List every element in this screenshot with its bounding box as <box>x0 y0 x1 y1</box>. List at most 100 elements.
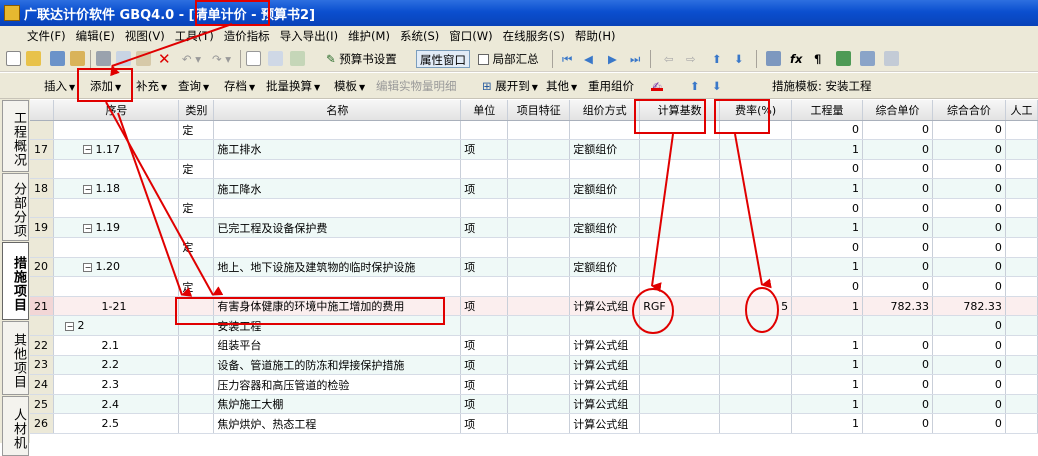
cell-method[interactable]: 定额组价 <box>569 217 641 239</box>
cell-method[interactable] <box>569 159 641 180</box>
collapse-toggle-icon[interactable]: − <box>65 321 75 331</box>
cell-rate[interactable] <box>719 394 793 415</box>
cell-rate[interactable]: 5 <box>719 296 793 317</box>
cell-unit[interactable]: 项 <box>460 413 509 434</box>
cell-type[interactable] <box>178 315 215 337</box>
cell-total[interactable]: 0 <box>932 120 1006 141</box>
cell-labor[interactable] <box>1005 120 1038 141</box>
cell-method[interactable]: 计算公式组 <box>569 335 641 356</box>
cell-base[interactable] <box>639 257 721 278</box>
cell-unit[interactable]: 项 <box>460 394 509 415</box>
cell-method[interactable]: 计算公式组 <box>569 296 641 317</box>
budget-setting-button[interactable]: ✎ 预算书设置 <box>326 50 397 68</box>
cell-labor[interactable] <box>1005 178 1038 199</box>
menu-help[interactable]: 帮助(H) <box>570 28 621 44</box>
open-folder-icon[interactable] <box>26 51 41 66</box>
paragraph-icon[interactable]: ¶ <box>814 50 821 68</box>
cell-feat[interactable] <box>507 139 571 160</box>
add-button[interactable]: 添加 ▼ <box>90 77 121 95</box>
cell-method[interactable] <box>569 276 641 297</box>
cell-price[interactable]: 0 <box>862 237 933 258</box>
col-rate[interactable]: 费率(%) <box>719 100 793 121</box>
cell-type[interactable]: 定 <box>178 159 215 180</box>
table-row[interactable]: 21 1-21 有害身体健康的环境中施工增加的费用项计算公式组 RGF 5 1 782.33… <box>30 296 1038 317</box>
cell-rate[interactable] <box>719 139 793 160</box>
new-file-icon[interactable] <box>6 51 21 66</box>
cell-rate[interactable] <box>719 159 793 180</box>
cell-rate[interactable] <box>719 120 793 141</box>
calc-icon[interactable] <box>290 51 305 66</box>
cell-base[interactable] <box>639 394 721 415</box>
cell-qty[interactable]: 0 <box>791 198 864 219</box>
cell-base[interactable] <box>639 139 721 160</box>
cell-unit[interactable]: 项 <box>460 355 509 376</box>
cell-base[interactable] <box>639 159 721 180</box>
cell-name[interactable] <box>213 198 462 219</box>
cell-method[interactable]: 计算公式组 <box>569 394 641 415</box>
cell-price[interactable]: 0 <box>862 159 933 180</box>
collapse-toggle-icon[interactable]: − <box>83 145 93 155</box>
down-arrow-icon[interactable]: ⬇ <box>712 77 722 95</box>
cell-method[interactable] <box>569 198 641 219</box>
table-row[interactable]: 26 2.5 焦炉烘炉、热态工程项计算公式组 1 0 0 <box>30 413 1038 434</box>
cell-feat[interactable] <box>507 296 571 317</box>
cell-method[interactable] <box>569 120 641 141</box>
cell-labor[interactable] <box>1005 394 1038 415</box>
cell-type[interactable] <box>178 217 215 239</box>
move-down-icon[interactable]: ⬇ <box>734 50 744 68</box>
cell-qty[interactable]: 1 <box>791 374 864 395</box>
redo-icon[interactable]: ↷ ▾ <box>212 50 231 68</box>
cell-price[interactable]: 0 <box>862 335 933 356</box>
cell-seq[interactable]: −2 <box>53 315 180 337</box>
cell-method[interactable]: 计算公式组 <box>569 413 641 434</box>
menu-cost-index[interactable]: 造价指标 <box>219 28 275 44</box>
cell-name[interactable]: 焦炉烘炉、热态工程 <box>213 413 462 434</box>
cell-seq[interactable] <box>53 237 180 258</box>
collapse-toggle-icon[interactable]: − <box>83 184 93 194</box>
next-icon[interactable]: ▶ <box>608 50 617 68</box>
cell-qty[interactable]: 1 <box>791 217 864 239</box>
cell-feat[interactable] <box>507 120 571 141</box>
cell-qty[interactable]: 0 <box>791 276 864 297</box>
cell-qty[interactable]: 0 <box>791 120 864 141</box>
cell-total[interactable]: 0 <box>932 217 1006 239</box>
cell-total[interactable]: 0 <box>932 178 1006 199</box>
collapse-toggle-icon[interactable]: − <box>83 223 93 233</box>
cell-feat[interactable] <box>507 355 571 376</box>
cell-base[interactable] <box>639 217 721 239</box>
cell-total[interactable]: 0 <box>932 198 1006 219</box>
cell-total[interactable]: 0 <box>932 315 1006 337</box>
menu-file[interactable]: 文件(F) <box>22 28 71 44</box>
cell-type[interactable] <box>178 257 215 278</box>
report-icon[interactable] <box>860 51 875 66</box>
cell-method[interactable] <box>569 237 641 258</box>
cell-base[interactable]: RGF <box>639 296 721 317</box>
cell-rate[interactable] <box>719 355 793 376</box>
cell-labor[interactable] <box>1005 335 1038 356</box>
paste-icon[interactable] <box>136 51 151 66</box>
col-type[interactable]: 类别 <box>178 100 215 121</box>
cell-unit[interactable]: 项 <box>460 217 509 239</box>
menu-online-service[interactable]: 在线服务(S) <box>498 28 570 44</box>
cell-price[interactable]: 0 <box>862 217 933 239</box>
cell-labor[interactable] <box>1005 217 1038 239</box>
other-button[interactable]: 其他 ▼ <box>546 77 577 95</box>
cell-rate[interactable] <box>719 335 793 356</box>
cell-price[interactable]: 0 <box>862 178 933 199</box>
last-icon[interactable]: ⏭ <box>630 50 640 68</box>
col-base[interactable]: 计算基数 <box>639 100 721 121</box>
menu-view[interactable]: 视图(V) <box>120 28 170 44</box>
cell-qty[interactable]: 1 <box>791 296 864 317</box>
cell-name[interactable]: 安装工程 <box>213 315 462 337</box>
cell-name[interactable]: 压力容器和高压管道的检验 <box>213 374 462 395</box>
cell-unit[interactable]: 项 <box>460 178 509 199</box>
tab-labor-materials[interactable]: 人材机 <box>2 396 29 456</box>
template-button[interactable]: 模板 ▼ <box>334 77 365 95</box>
cell-type[interactable] <box>178 296 215 317</box>
cell-price[interactable]: 0 <box>862 413 933 434</box>
cell-qty[interactable]: 1 <box>791 394 864 415</box>
cell-base[interactable] <box>639 237 721 258</box>
cell-name[interactable]: 有害身体健康的环境中施工增加的费用 <box>213 296 462 317</box>
cell-name[interactable] <box>213 276 462 297</box>
tab-measure-items[interactable]: 措施项目 <box>2 242 29 320</box>
